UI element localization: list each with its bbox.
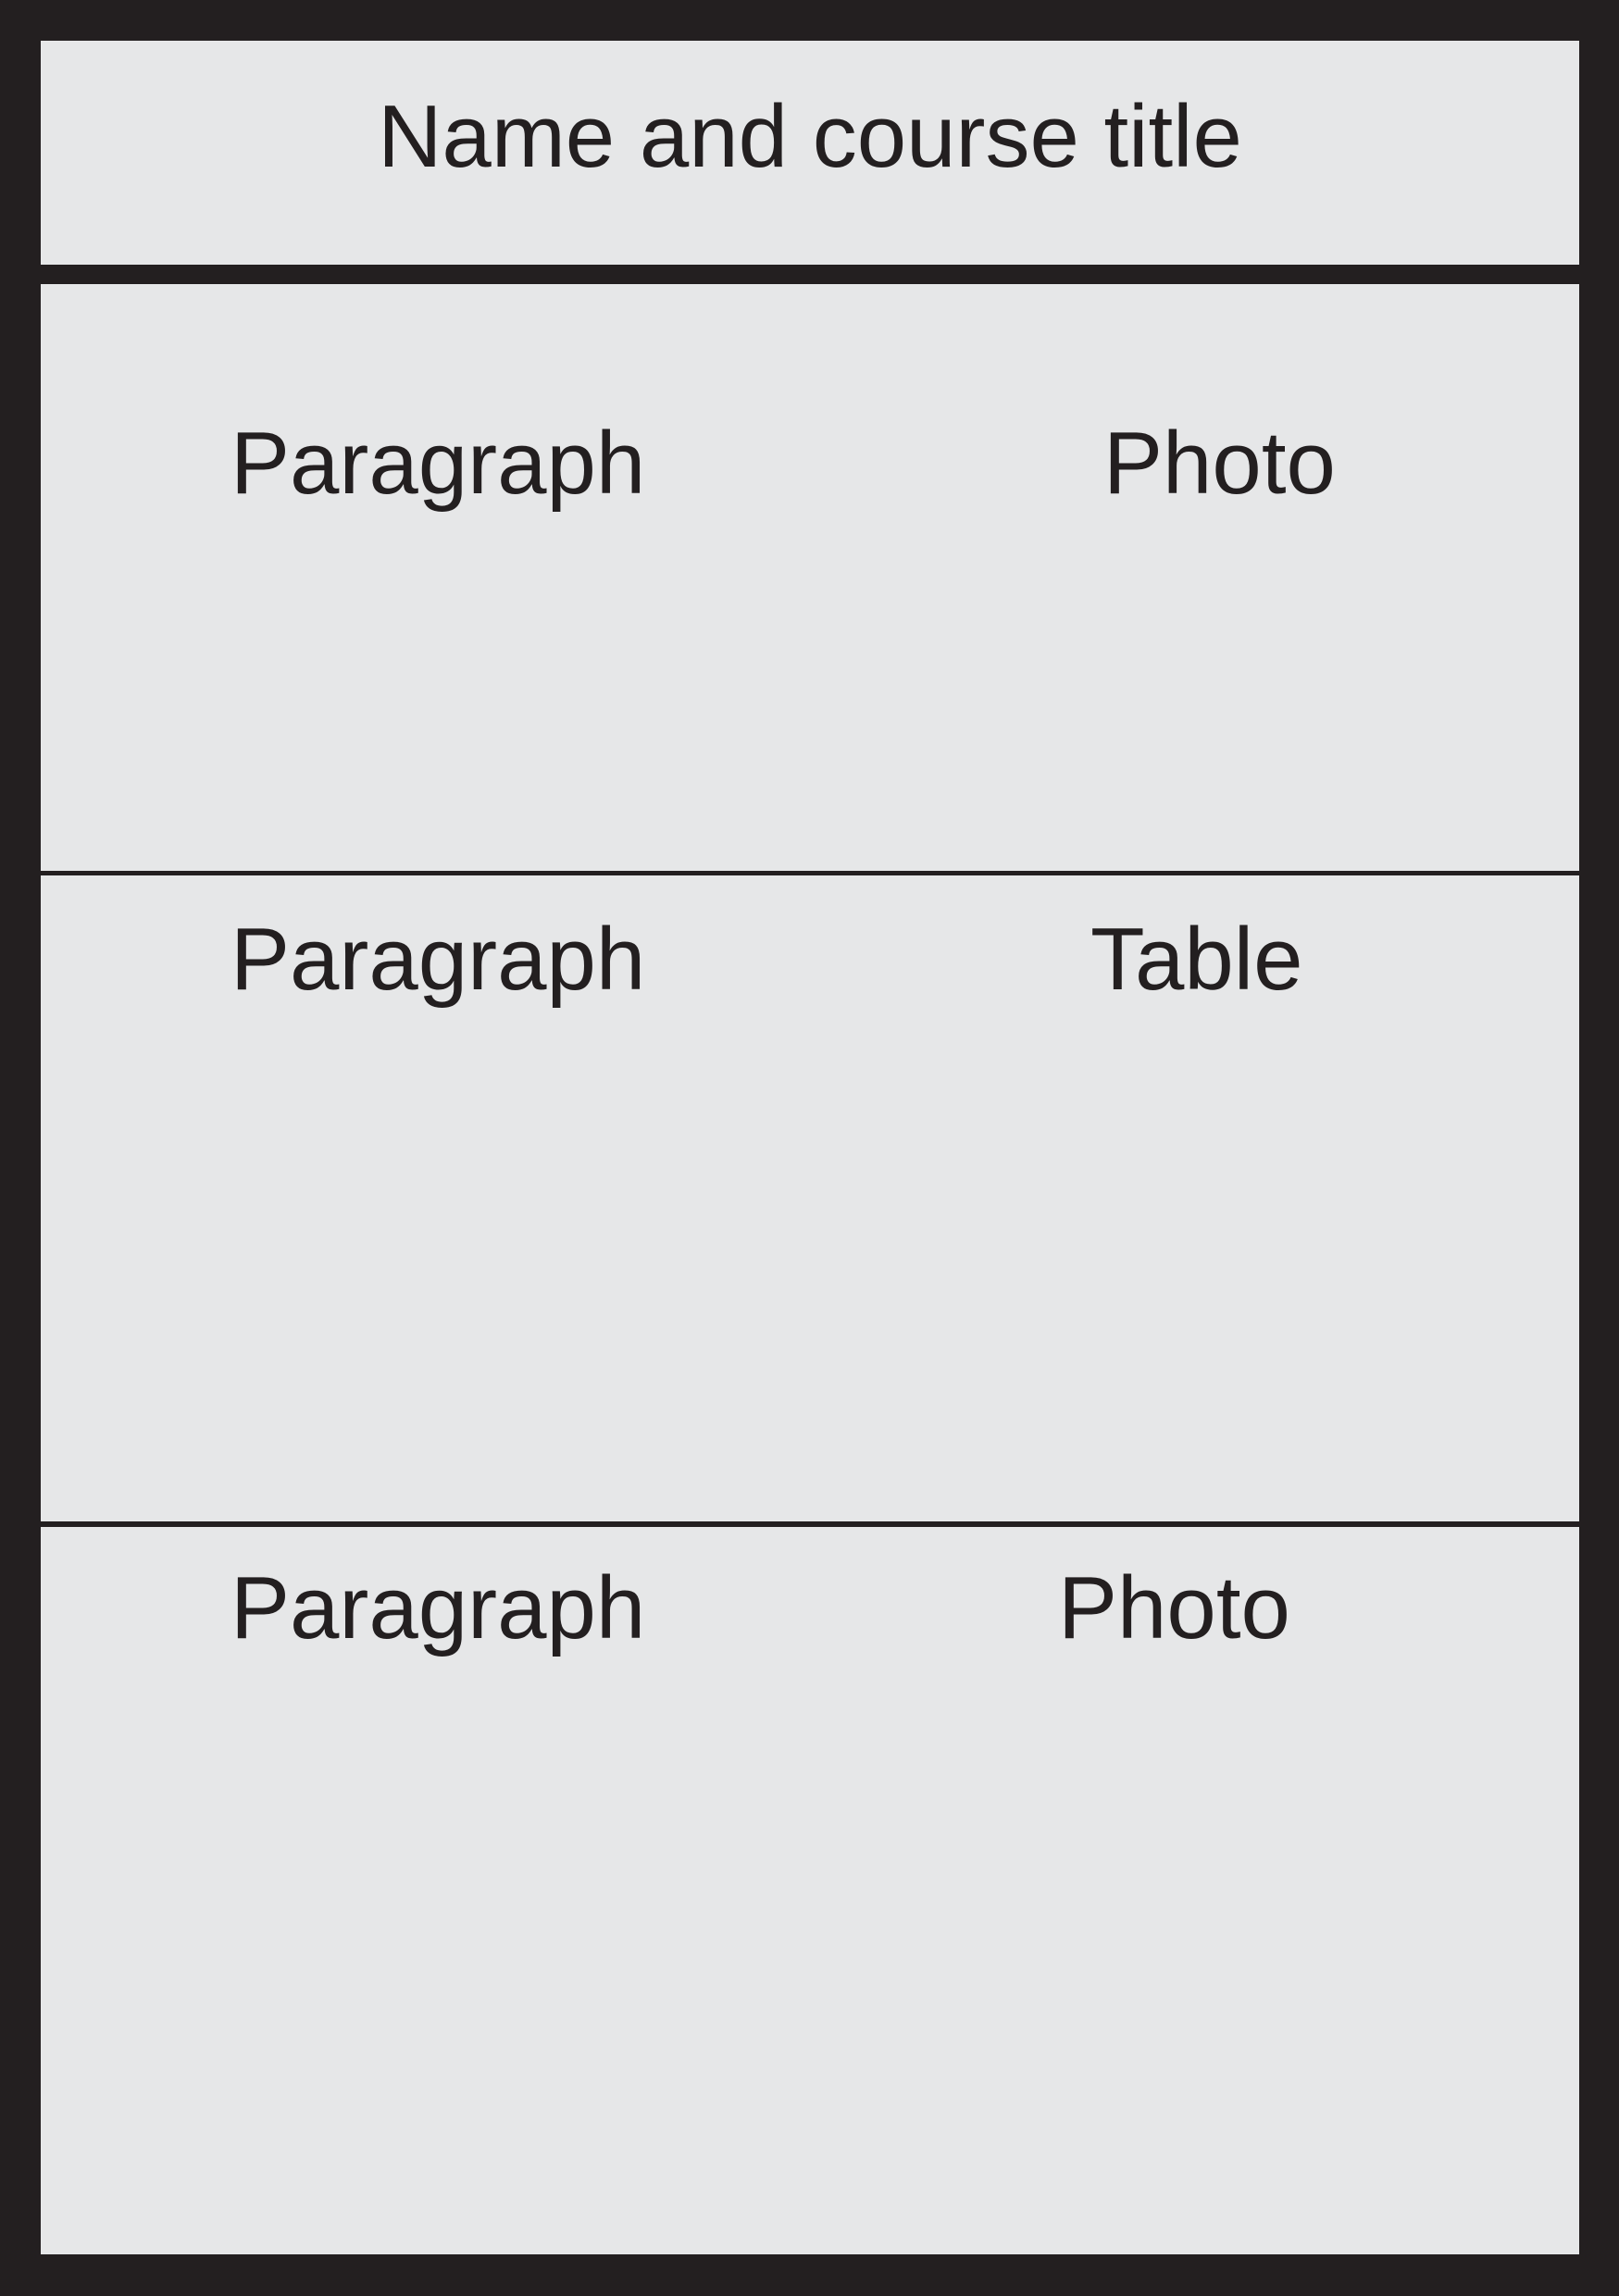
section-panel-2: Paragraph Table <box>41 875 1579 1521</box>
section-panel-1: Paragraph Photo <box>41 284 1579 871</box>
section-panel-3: Paragraph Photo <box>41 1527 1579 2254</box>
section-3-photo-label: Photo <box>1058 1558 1290 1657</box>
section-1-paragraph-label: Paragraph <box>230 414 646 513</box>
section-3-paragraph-label: Paragraph <box>230 1558 646 1657</box>
section-1-photo-label: Photo <box>1103 414 1336 513</box>
page-title: Name and course title <box>378 87 1242 186</box>
section-2-table-label: Table <box>1090 910 1303 1009</box>
poster-layout-diagram: Name and course title Paragraph Photo Pa… <box>0 0 1619 2296</box>
header-panel: Name and course title <box>41 41 1579 265</box>
section-2-paragraph-label: Paragraph <box>230 910 646 1009</box>
